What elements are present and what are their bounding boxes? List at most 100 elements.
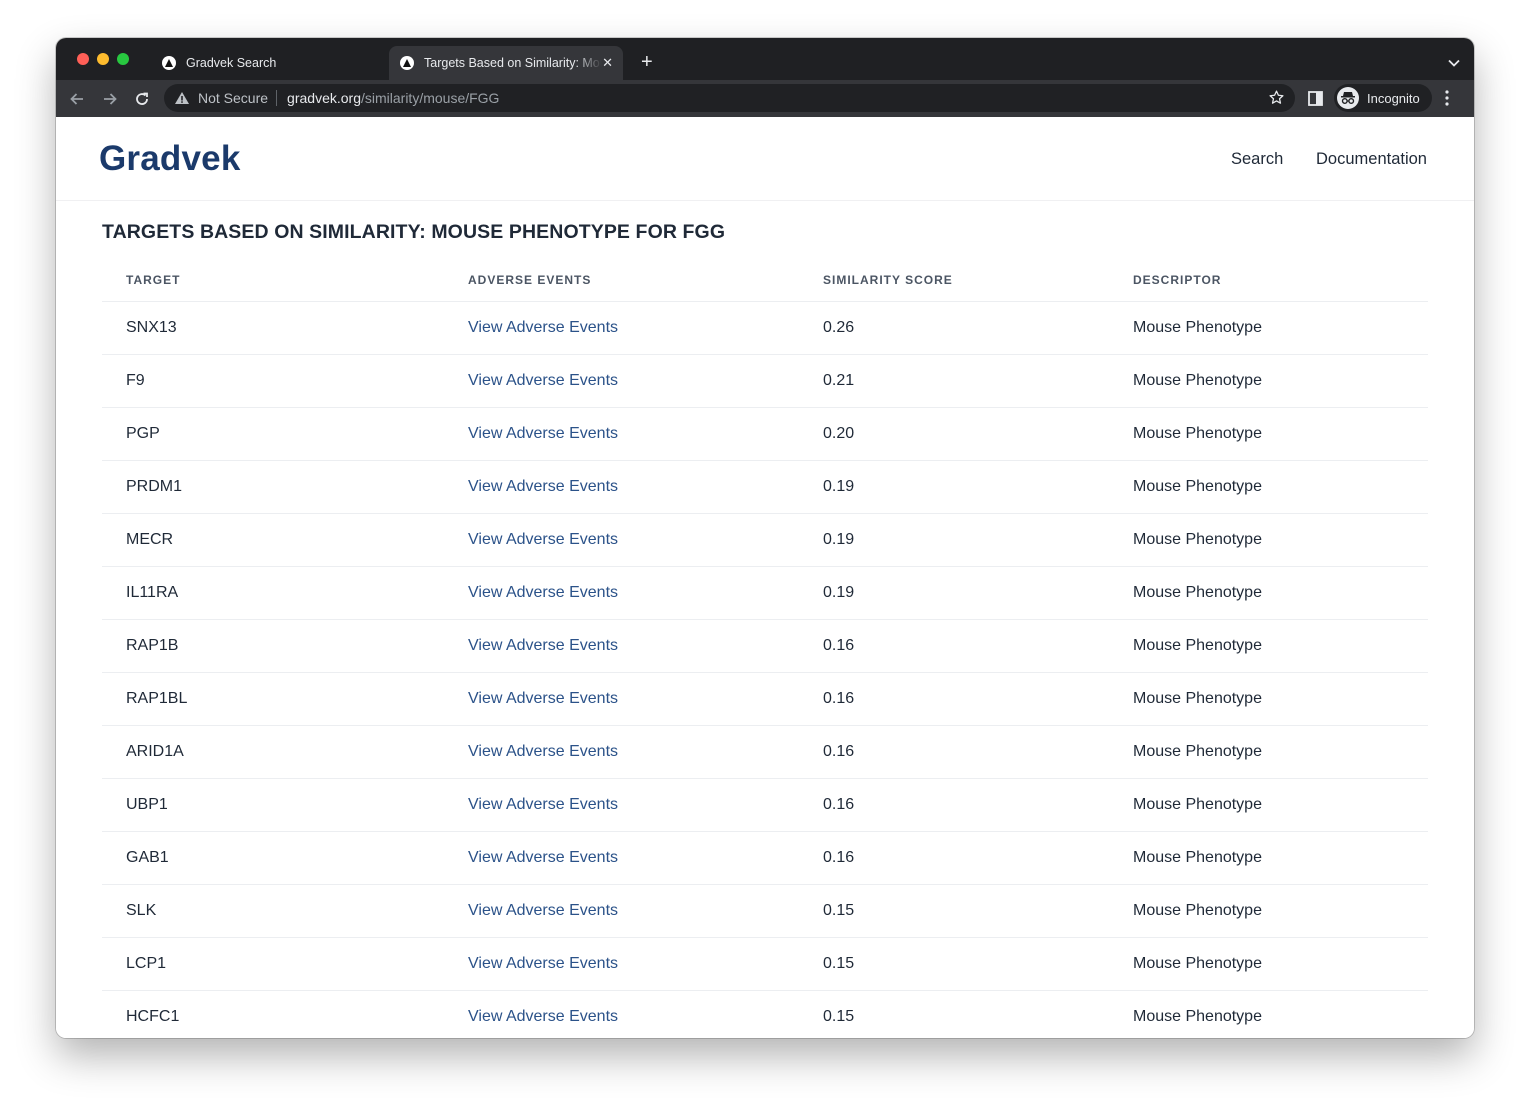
table-row: LCP1 View Adverse Events 0.15 Mouse Phenoty… [102, 937, 1428, 991]
descriptor-cell: Mouse Phenotype [1109, 672, 1428, 726]
view-adverse-events-link[interactable]: View Adverse Events [444, 407, 799, 461]
view-adverse-events-link[interactable]: View Adverse Events [444, 990, 799, 1038]
similarity-score-cell: 0.15 [799, 884, 1109, 938]
view-adverse-events-link[interactable]: View Adverse Events [444, 566, 799, 620]
url-host: gradvek.org [287, 90, 361, 106]
similarity-score-cell: 0.19 [799, 460, 1109, 514]
target-cell: MECR [102, 513, 444, 567]
similarity-score-cell: 0.15 [799, 990, 1109, 1038]
back-arrow-icon[interactable] [67, 89, 87, 109]
view-adverse-events-link[interactable]: View Adverse Events [444, 831, 799, 885]
url-text[interactable]: gradvek.org/similarity/mouse/FGG [287, 90, 499, 106]
target-cell: SLK [102, 884, 444, 938]
table-row: RAP1B View Adverse Events 0.16 Mouse Phenot… [102, 619, 1428, 673]
descriptor-cell: Mouse Phenotype [1109, 566, 1428, 620]
similarity-score-cell: 0.16 [799, 619, 1109, 673]
table-row: SLK View Adverse Events 0.15 Mouse Phenotyp… [102, 884, 1428, 938]
descriptor-cell: Mouse Phenotype [1109, 831, 1428, 885]
site-header: Gradvek Search Documentation [56, 117, 1474, 201]
view-adverse-events-link[interactable]: View Adverse Events [444, 778, 799, 832]
browser-window: Gradvek Search ✕ Targets Based on Simila… [56, 38, 1474, 1038]
incognito-label: Incognito [1367, 90, 1420, 106]
tab-targets-similarity[interactable]: Targets Based on Similarity: Mouse Pheno… [389, 46, 623, 80]
reload-icon[interactable] [132, 89, 152, 109]
similarity-score-cell: 0.16 [799, 831, 1109, 885]
descriptor-cell: Mouse Phenotype [1109, 778, 1428, 832]
target-cell: PRDM1 [102, 460, 444, 514]
table-row: ARID1A View Adverse Events 0.16 Mouse Pheno… [102, 725, 1428, 779]
table-row: RAP1BL View Adverse Events 0.16 Mouse Pheno… [102, 672, 1428, 726]
similarity-score-cell: 0.19 [799, 513, 1109, 567]
view-adverse-events-link[interactable]: View Adverse Events [444, 513, 799, 567]
side-panel-icon[interactable] [1308, 91, 1323, 111]
address-bar[interactable]: Not Secure gradvek.org/similarity/mouse/… [164, 84, 1295, 112]
nav-documentation-link[interactable]: Documentation [1316, 150, 1427, 169]
descriptor-cell: Mouse Phenotype [1109, 619, 1428, 673]
target-cell: HCFC1 [102, 990, 444, 1038]
similarity-score-cell: 0.16 [799, 778, 1109, 832]
table-row: PGP View Adverse Events 0.20 Mouse Phenotyp… [102, 407, 1428, 461]
page-title: TARGETS BASED ON SIMILARITY: MOUSE PHENO… [102, 221, 726, 243]
view-adverse-events-link[interactable]: View Adverse Events [444, 619, 799, 673]
table-row: UBP1 View Adverse Events 0.16 Mouse Phenoty… [102, 778, 1428, 832]
target-cell: GAB1 [102, 831, 444, 885]
target-cell: ARID1A [102, 725, 444, 779]
view-adverse-events-link[interactable]: View Adverse Events [444, 301, 799, 355]
descriptor-cell: Mouse Phenotype [1109, 301, 1428, 355]
table-row: PRDM1 View Adverse Events 0.19 Mouse Phenot… [102, 460, 1428, 514]
site-logo[interactable]: Gradvek [99, 139, 241, 179]
descriptor-cell: Mouse Phenotype [1109, 460, 1428, 514]
table-row: F9 View Adverse Events 0.21 Mouse Phenotype [102, 354, 1428, 408]
tab-search-chevron-down-icon[interactable] [1448, 54, 1460, 72]
descriptor-cell: Mouse Phenotype [1109, 725, 1428, 779]
address-separator [276, 90, 278, 106]
view-adverse-events-link[interactable]: View Adverse Events [444, 725, 799, 779]
target-cell: UBP1 [102, 778, 444, 832]
target-cell: IL11RA [102, 566, 444, 620]
view-adverse-events-link[interactable]: View Adverse Events [444, 354, 799, 408]
maximize-window-button[interactable] [117, 53, 129, 65]
bookmark-star-icon[interactable] [1268, 89, 1285, 111]
view-adverse-events-link[interactable]: View Adverse Events [444, 884, 799, 938]
descriptor-cell: Mouse Phenotype [1109, 990, 1428, 1038]
descriptor-cell: Mouse Phenotype [1109, 354, 1428, 408]
column-header-adverse-events: ADVERSE EVENTS [444, 260, 799, 302]
similarity-score-cell: 0.21 [799, 354, 1109, 408]
tab-strip: Gradvek Search ✕ Targets Based on Simila… [56, 38, 1474, 80]
similarity-score-cell: 0.16 [799, 672, 1109, 726]
similarity-score-cell: 0.19 [799, 566, 1109, 620]
tab-title: Gradvek Search [186, 56, 277, 70]
minimize-window-button[interactable] [97, 53, 109, 65]
descriptor-cell: Mouse Phenotype [1109, 937, 1428, 991]
similarity-score-cell: 0.15 [799, 937, 1109, 991]
target-cell: PGP [102, 407, 444, 461]
table-row: GAB1 View Adverse Events 0.16 Mouse Phenoty… [102, 831, 1428, 885]
new-tab-button[interactable]: + [641, 52, 653, 72]
view-adverse-events-link[interactable]: View Adverse Events [444, 460, 799, 514]
warning-icon[interactable] [174, 90, 190, 106]
view-adverse-events-link[interactable]: View Adverse Events [444, 672, 799, 726]
similarity-score-cell: 0.20 [799, 407, 1109, 461]
nav-search-link[interactable]: Search [1231, 150, 1283, 169]
incognito-icon [1337, 87, 1359, 109]
target-cell: SNX13 [102, 301, 444, 355]
tab-close-icon[interactable]: ✕ [602, 55, 613, 71]
view-adverse-events-link[interactable]: View Adverse Events [444, 937, 799, 991]
gradvek-favicon-icon [400, 56, 414, 70]
url-path: /similarity/mouse/FGG [360, 90, 500, 106]
table-row: HCFC1 View Adverse Events 0.15 Mouse Phenot… [102, 990, 1428, 1038]
table-header-row: TARGET ADVERSE EVENTS SIMILARITY SCORE D… [102, 260, 1428, 302]
security-status-label[interactable]: Not Secure [198, 90, 268, 106]
tab-gradvek-search[interactable]: Gradvek Search ✕ [156, 46, 410, 80]
column-header-descriptor: DESCRIPTOR [1109, 260, 1428, 302]
browser-menu-kebab-icon[interactable] [1445, 90, 1449, 111]
forward-arrow-icon[interactable] [100, 89, 120, 109]
close-window-button[interactable] [77, 53, 89, 65]
descriptor-cell: Mouse Phenotype [1109, 513, 1428, 567]
target-cell: RAP1B [102, 619, 444, 673]
incognito-profile-button[interactable]: Incognito [1334, 84, 1432, 112]
descriptor-cell: Mouse Phenotype [1109, 884, 1428, 938]
target-cell: F9 [102, 354, 444, 408]
column-header-similarity-score: SIMILARITY SCORE [799, 260, 1109, 302]
table-row: IL11RA View Adverse Events 0.19 Mouse Pheno… [102, 566, 1428, 620]
